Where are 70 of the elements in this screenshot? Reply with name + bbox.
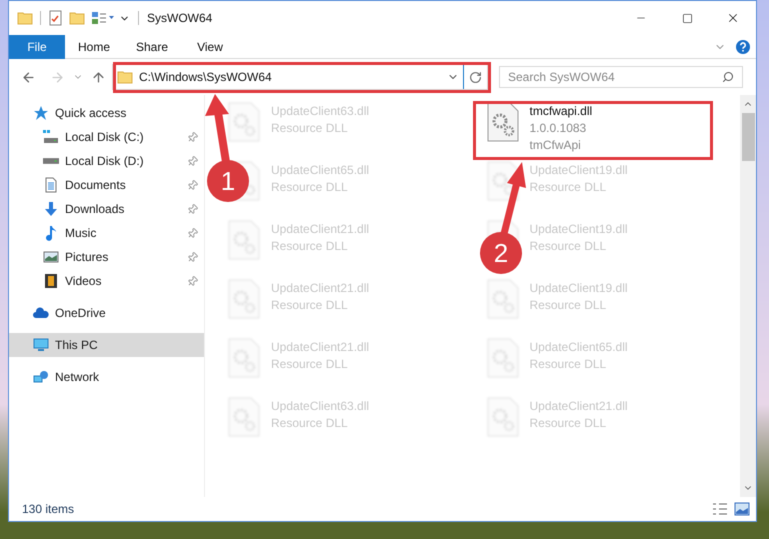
drive-icon <box>43 129 59 145</box>
cloud-icon <box>33 305 49 321</box>
file-detail: Resource DLL <box>271 297 349 314</box>
file-detail: Resource DLL <box>271 120 349 137</box>
file-detail: Resource DLL <box>271 356 349 373</box>
sidebar-item[interactable]: This PC <box>9 333 204 357</box>
network-globe-icon <box>33 369 49 385</box>
sidebar-item[interactable]: Local Disk (D:) <box>9 149 204 173</box>
file-gear-icon <box>486 396 520 438</box>
scrollbar-thumb[interactable] <box>742 113 754 161</box>
refresh-icon[interactable] <box>469 70 482 84</box>
sidebar-item[interactable]: Videos <box>9 269 204 293</box>
ribbon-tab[interactable]: Share <box>123 34 181 58</box>
sidebar-item[interactable]: Quick access <box>9 101 204 125</box>
back-icon[interactable] <box>21 70 36 84</box>
folder-icon <box>117 69 133 85</box>
file-gear-icon <box>486 337 520 379</box>
file-detail: Resource DLL <box>530 179 608 196</box>
new-folder-icon <box>69 10 85 26</box>
star-icon <box>33 105 49 121</box>
film-icon <box>43 273 59 289</box>
sidebar-item[interactable]: Music <box>9 221 204 245</box>
file-gear-icon <box>486 160 520 202</box>
file-detail: Resource DLL <box>530 238 608 255</box>
sidebar-item[interactable]: OneDrive <box>9 301 204 325</box>
file-detail: Resource DLL <box>530 415 608 432</box>
file-gear-icon <box>227 219 261 261</box>
up-icon[interactable] <box>91 70 106 84</box>
large-icons-view-icon[interactable] <box>734 502 750 516</box>
sidebar-item[interactable]: Downloads <box>9 197 204 221</box>
file-gear-icon <box>227 101 261 143</box>
window-title: SysWOW64 <box>147 10 214 27</box>
forward-icon[interactable] <box>50 70 65 84</box>
file-detail: Resource DLL <box>530 356 608 373</box>
pointer-arrow <box>205 94 230 163</box>
monitor-icon <box>33 337 49 353</box>
file-detail: tmCfwApi <box>530 137 582 154</box>
download-arrow-icon <box>43 201 59 217</box>
sidebar-item[interactable]: Pictures <box>9 245 204 269</box>
ribbon-tab[interactable]: View <box>181 34 239 58</box>
help-icon[interactable] <box>736 40 750 54</box>
sidebar-item[interactable]: Network <box>9 365 204 389</box>
details-view-icon[interactable] <box>712 502 728 516</box>
file-detail: 1.0.0.1083 <box>530 120 588 137</box>
file-detail: Resource DLL <box>271 238 349 255</box>
file-gear-icon <box>227 396 261 438</box>
ribbon-tab[interactable]: Home <box>65 34 123 58</box>
maximize-icon <box>682 12 692 24</box>
file-gear-icon <box>227 337 261 379</box>
file-detail: Resource DLL <box>271 179 349 196</box>
item-count: 130 items <box>22 501 76 518</box>
scrollbar[interactable] <box>740 95 756 497</box>
sidebar-item[interactable]: Documents <box>9 173 204 197</box>
file-gear-icon <box>486 101 520 143</box>
file-gear-icon <box>486 278 520 320</box>
properties-icon[interactable] <box>91 11 115 25</box>
drive-icon <box>43 158 59 164</box>
picture-frame-icon <box>43 249 59 265</box>
search-icon[interactable] <box>722 71 734 83</box>
file-detail: Resource DLL <box>530 297 608 314</box>
sidebar-item[interactable]: Local Disk (C:) <box>9 125 204 149</box>
file-detail: Resource DLL <box>271 415 349 432</box>
file-gear-icon <box>227 278 261 320</box>
document-icon <box>43 177 59 193</box>
file-name[interactable]: tmcfwapi.dll <box>530 103 592 120</box>
folder-icon <box>17 10 33 26</box>
ribbon-tab[interactable]: File <box>9 34 65 58</box>
checklist-icon[interactable] <box>48 10 63 26</box>
address-field[interactable]: C:\Windows\SysWOW64 <box>112 64 488 90</box>
search-field[interactable]: Search SysWOW64 <box>499 66 743 88</box>
